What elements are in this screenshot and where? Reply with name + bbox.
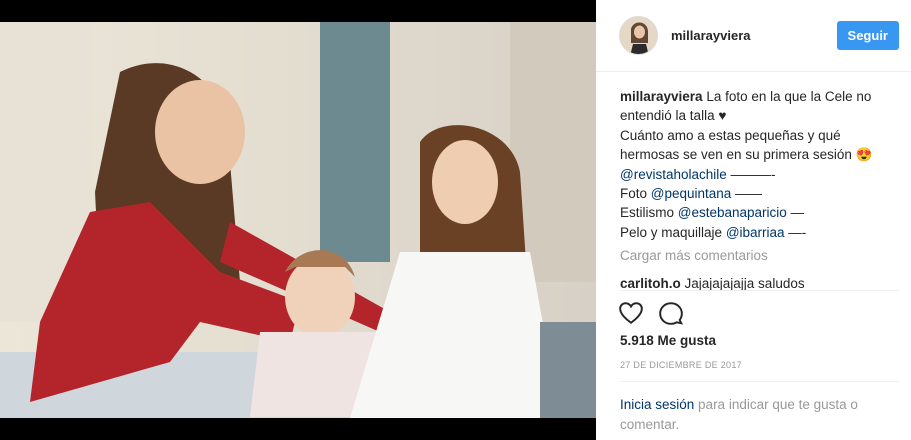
dash-4: —- — [784, 224, 807, 240]
login-prompt: Inicia sesión para indicar que te gusta … — [620, 395, 890, 435]
comment-icon[interactable] — [658, 300, 684, 331]
comment-text: Jajajajajajja saludos — [680, 275, 805, 290]
caption-text-2: Cuánto amo a estas pequeñas y qué hermos… — [620, 127, 873, 163]
post-photo[interactable] — [0, 22, 596, 418]
load-more-comments[interactable]: Cargar más comentarios — [620, 246, 890, 265]
dash-1: ———- — [726, 166, 776, 182]
caption: millarayviera La foto en la que la Cele … — [620, 87, 890, 242]
post-actions — [618, 300, 684, 331]
mention-photo[interactable]: @pequintana — [651, 186, 732, 201]
divider — [620, 290, 899, 291]
caption-username[interactable]: millarayviera — [620, 89, 703, 104]
estilismo-label: Estilismo — [620, 205, 678, 221]
post-username[interactable]: millarayviera — [671, 28, 837, 43]
photo-image — [0, 22, 596, 418]
comment-username[interactable]: carlitoh.o — [620, 276, 681, 290]
pelo-label: Pelo y maquillaje — [620, 224, 726, 240]
login-link[interactable]: Inicia sesión — [620, 397, 694, 412]
avatar-image — [620, 17, 657, 54]
avatar[interactable] — [619, 16, 658, 55]
comment-item: carlitoh.o Jajajajajajja saludos — [620, 274, 890, 290]
dash-3: — — [786, 205, 805, 221]
mention-hair[interactable]: @ibarriaa — [726, 225, 785, 240]
heart-icon[interactable] — [618, 300, 644, 331]
dash-2: —— — [731, 186, 763, 202]
post-header: millarayviera Seguir — [596, 0, 911, 72]
post-panel: millarayviera Seguir millarayviera La fo… — [596, 0, 911, 440]
post-frame: millarayviera Seguir millarayviera La fo… — [0, 0, 911, 440]
follow-button[interactable]: Seguir — [836, 21, 899, 50]
mention-hola[interactable]: @revistaholachile — [620, 167, 727, 182]
comments-list[interactable]: millarayviera La foto en la que la Cele … — [620, 87, 890, 290]
post-date: 27 DE DICIEMBRE DE 2017 — [620, 360, 742, 370]
mention-style[interactable]: @estebanaparicio — [678, 205, 787, 220]
likes-count[interactable]: 5.918 Me gusta — [620, 333, 716, 348]
divider — [620, 381, 899, 382]
foto-label: Foto — [620, 186, 651, 202]
